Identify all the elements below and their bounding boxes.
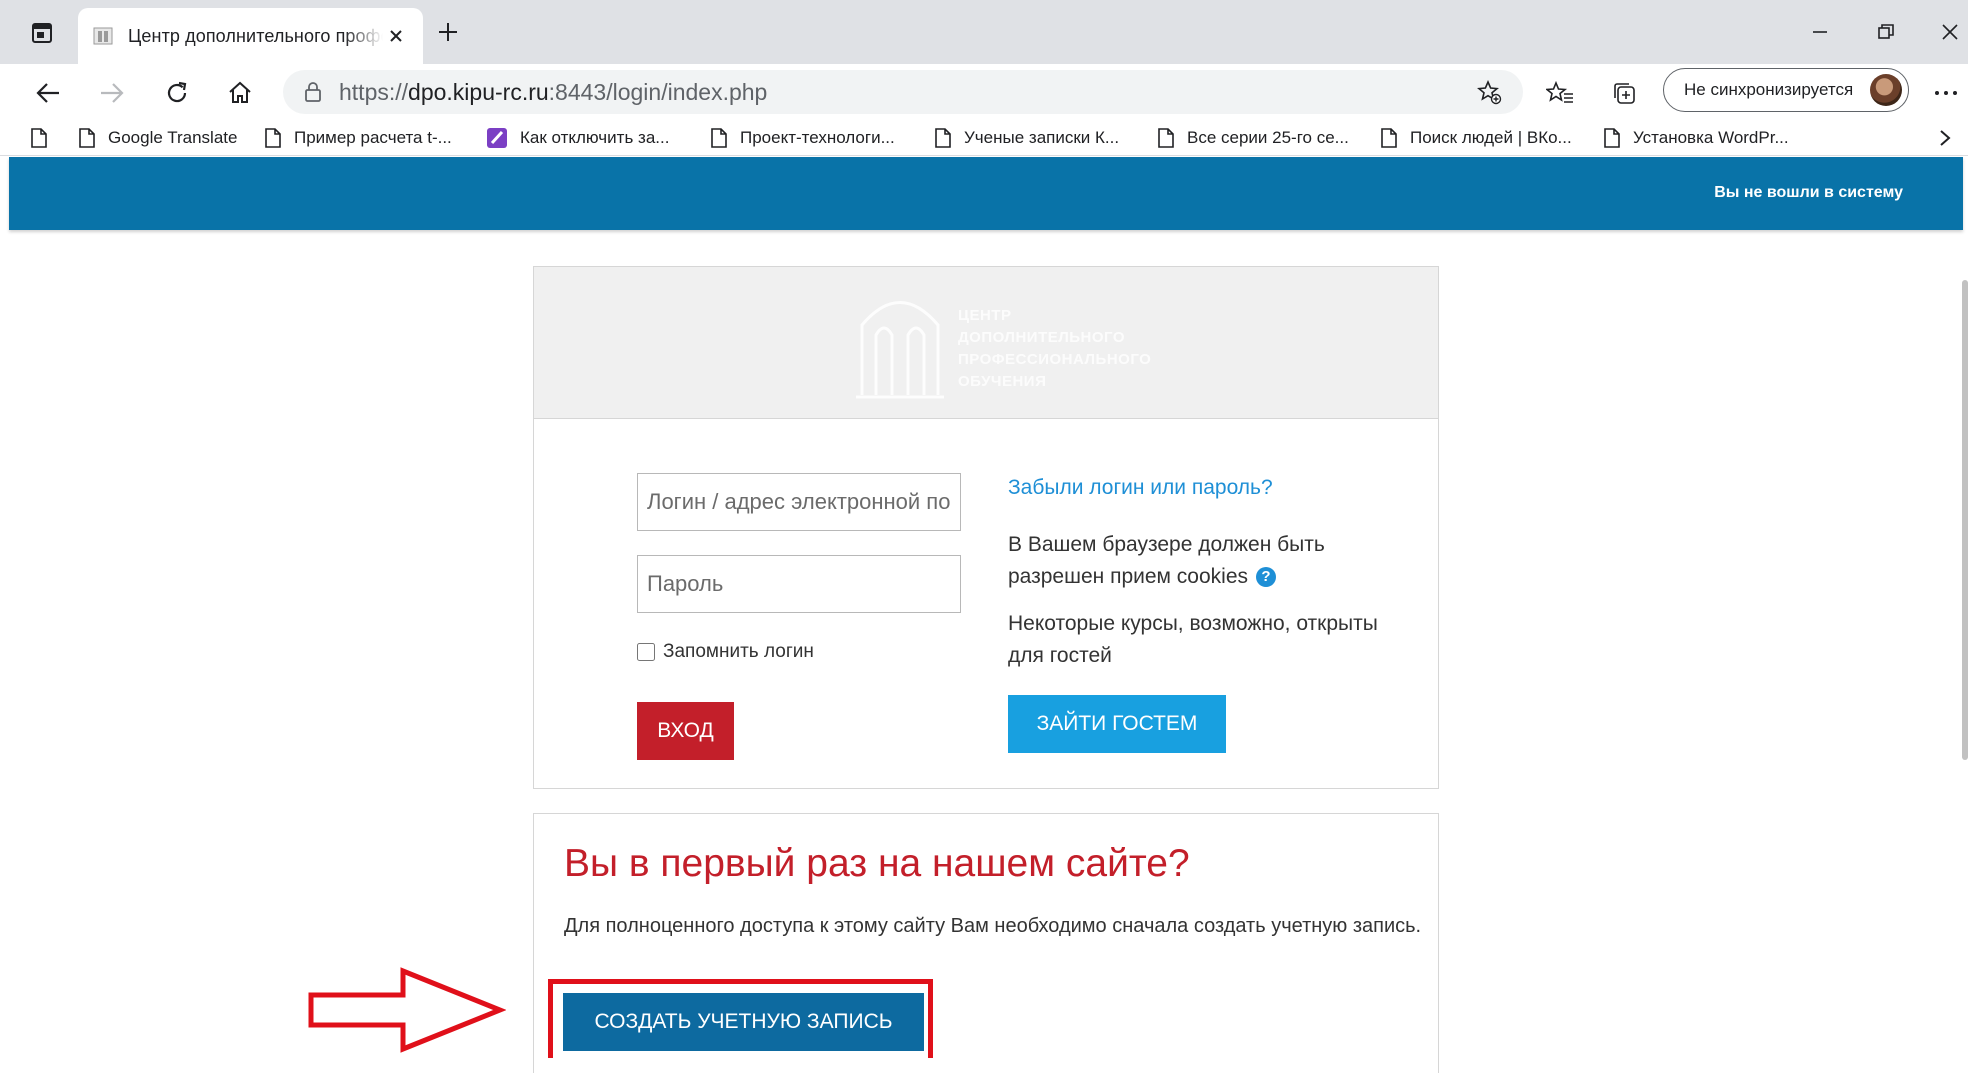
logo-line: ПРОФЕССИОНАЛЬНОГО [958, 351, 1152, 368]
site-logo: ЦЕНТР ДОПОЛНИТЕЛЬНОГО ПРОФЕССИОНАЛЬНОГО … [534, 267, 1438, 419]
annotation-highlight-box [548, 979, 933, 1058]
bookmark-label: Пример расчета t-... [294, 128, 452, 147]
password-input[interactable] [637, 555, 961, 613]
guest-notice: Некоторые курсы, возможно, открыты для г… [1008, 612, 1378, 667]
forward-icon[interactable] [92, 73, 132, 113]
annotation-arrow-icon [308, 967, 506, 1053]
forgot-password-link[interactable]: Забыли логин или пароль? [1008, 476, 1273, 500]
page-icon [79, 128, 95, 148]
url-path: :8443/login/index.php [548, 78, 768, 105]
site-header: Вы не вошли в систему [9, 157, 1963, 230]
onenote-icon [487, 128, 507, 148]
site-favicon-icon [93, 27, 113, 45]
page-icon [265, 128, 281, 148]
remember-login[interactable]: Запомнить логин [637, 641, 814, 663]
remember-checkbox[interactable] [637, 643, 655, 661]
username-input[interactable] [637, 473, 961, 531]
browser-tab-active[interactable]: Центр дополнительного профессионального [78, 8, 423, 64]
cookies-text: В Вашем браузере должен быть разрешен пр… [1008, 533, 1325, 588]
page-icon [1604, 128, 1620, 148]
cookies-notice: В Вашем браузере должен быть разрешен пр… [1008, 529, 1388, 593]
bookmark-item[interactable]: Все серии 25-го се... [1157, 124, 1349, 152]
collections-icon[interactable] [1604, 73, 1644, 113]
reload-icon[interactable] [157, 73, 197, 113]
login-card: ЦЕНТР ДОПОЛНИТЕЛЬНОГО ПРОФЕССИОНАЛЬНОГО … [533, 266, 1439, 789]
page-icon [711, 128, 727, 148]
url-text[interactable]: https://dpo.kipu-rc.ru:8443/login/index.… [339, 79, 767, 106]
bookmark-label: Ученые записки К... [964, 128, 1120, 147]
bookmark-item[interactable]: Ученые записки К... [934, 124, 1119, 152]
url-host: dpo.kipu-rc.ru [408, 78, 549, 105]
remember-label: Запомнить логин [663, 641, 814, 662]
bookmark-item[interactable]: Установка WordPr... [1603, 124, 1789, 152]
profile-sync-button[interactable]: Не синхронизируется [1663, 68, 1909, 112]
lock-icon[interactable] [303, 81, 323, 103]
bookmark-item[interactable]: Проект-технологи... [710, 124, 895, 152]
bookmarks-bar: Google Translate Пример расчета t-... Ка… [0, 120, 1968, 156]
logo-line: ЦЕНТР [958, 307, 1012, 324]
bookmark-label: Google Translate [108, 128, 238, 147]
logo-line: ДОПОЛНИТЕЛЬНОГО [958, 329, 1126, 346]
restore-icon[interactable] [1866, 14, 1906, 50]
help-icon[interactable]: ? [1256, 567, 1277, 587]
institution-emblem-icon [856, 301, 944, 399]
add-favorite-icon[interactable] [1473, 76, 1505, 108]
chevron-right-icon[interactable] [1938, 124, 1952, 152]
logo-line: ОБУЧЕНИЯ [958, 373, 1047, 390]
browser-tab-bar: Центр дополнительного профессионального [0, 0, 1968, 64]
signup-title: Вы в первый раз на нашем сайте? [564, 842, 1190, 885]
page-icon [935, 128, 951, 148]
bookmark-item[interactable]: Пример расчета t-... [264, 124, 452, 152]
close-tab-icon[interactable] [383, 23, 409, 49]
tab-title: Центр дополнительного профессионального [128, 25, 383, 46]
new-tab-icon[interactable] [430, 14, 466, 50]
bookmark-item[interactable]: Поиск людей | ВКо... [1380, 124, 1572, 152]
url-scheme: https:// [339, 78, 409, 105]
bookmark-label: Все серии 25-го се... [1187, 128, 1349, 147]
avatar [1870, 74, 1902, 106]
page-icon [31, 128, 47, 148]
signup-text: Для полноценного доступа к этому сайту В… [564, 915, 1422, 937]
address-bar[interactable]: https://dpo.kipu-rc.ru:8443/login/index.… [283, 70, 1523, 114]
bookmark-item[interactable]: Google Translate [78, 124, 237, 152]
bookmark-label: Как отключить за... [520, 128, 670, 147]
close-window-icon[interactable] [1930, 14, 1968, 50]
tab-actions-icon[interactable] [26, 17, 58, 49]
home-icon[interactable] [220, 73, 260, 113]
page-icon [1158, 128, 1174, 148]
login-button[interactable]: Вход [637, 702, 734, 760]
page-icon [1381, 128, 1397, 148]
bookmark-label: Установка WordPr... [1633, 128, 1789, 147]
minimize-icon[interactable] [1800, 14, 1840, 50]
browser-toolbar: https://dpo.kipu-rc.ru:8443/login/index.… [0, 64, 1968, 120]
profile-label: Не синхронизируется [1684, 80, 1854, 99]
bookmark-label: Проект-технологи... [740, 128, 895, 147]
login-status: Вы не вошли в систему [1714, 184, 1903, 201]
bookmark-label: Поиск людей | ВКо... [1410, 128, 1572, 147]
bookmark-item[interactable] [30, 124, 60, 152]
guest-login-button[interactable]: Зайти гостем [1008, 695, 1226, 753]
favorites-icon[interactable] [1540, 73, 1580, 113]
logo-text: ЦЕНТР ДОПОЛНИТЕЛЬНОГО ПРОФЕССИОНАЛЬНОГО … [958, 305, 1151, 393]
bookmark-item[interactable]: Как отключить за... [486, 124, 669, 152]
more-options-icon[interactable] [1926, 73, 1966, 113]
back-icon[interactable] [28, 73, 68, 113]
page-scrollbar[interactable] [1962, 280, 1968, 760]
